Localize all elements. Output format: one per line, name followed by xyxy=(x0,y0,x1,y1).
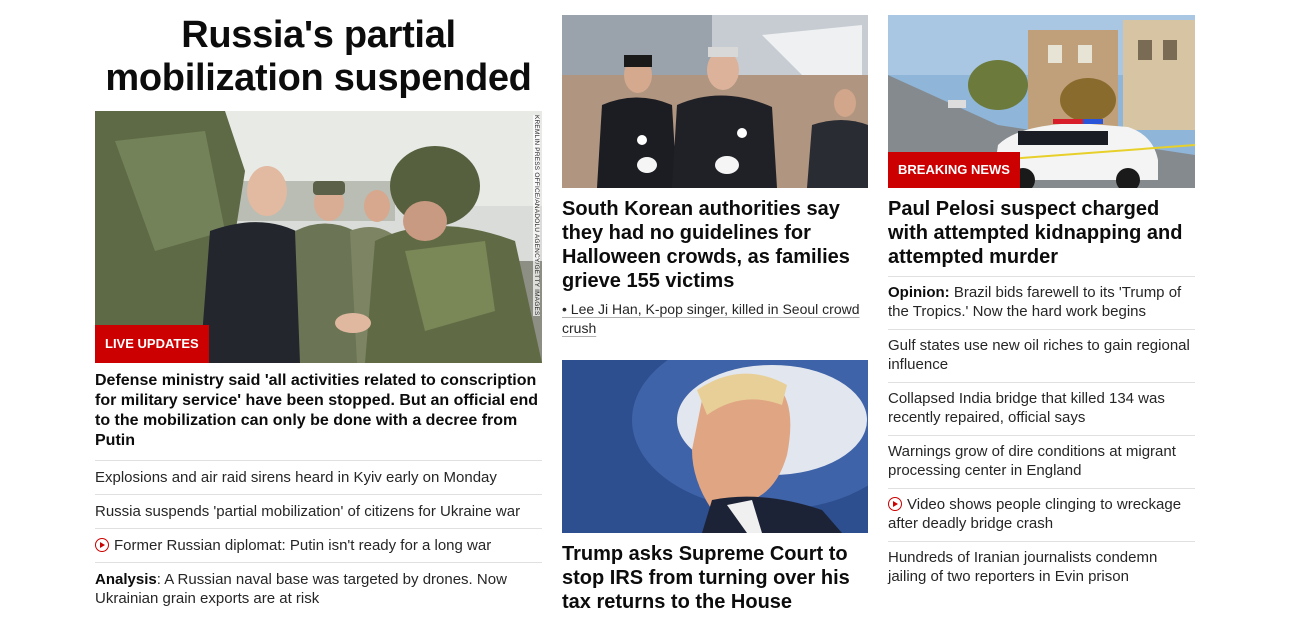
video-play-icon xyxy=(95,538,109,552)
list-item[interactable]: Gulf states use new oil riches to gain r… xyxy=(888,330,1195,383)
list-item[interactable]: Explosions and air raid sirens heard in … xyxy=(95,461,542,495)
trump-photo[interactable] xyxy=(562,360,868,533)
photo-credit: KREMLIN PRESS OFFICE/ANADOLU AGENCY/GETT… xyxy=(533,115,540,316)
list-item[interactable]: Warnings grow of dire conditions at migr… xyxy=(888,436,1195,489)
lead-story-summary[interactable]: Defense ministry said 'all activities re… xyxy=(95,371,542,461)
right-column: BREAKING NEWS Paul Pelosi suspect charge… xyxy=(888,0,1195,593)
main-headline[interactable]: Russia's partial mobilization suspended xyxy=(95,14,542,100)
link-text[interactable]: : A Russian naval base was targeted by d… xyxy=(95,571,507,607)
live-updates-badge: LIVE UPDATES xyxy=(95,325,209,363)
middle-column: South Korean authorities say they had no… xyxy=(562,0,868,614)
mourners-image xyxy=(562,15,868,188)
lead-story-photo[interactable]: KREMLIN PRESS OFFICE/ANADOLU AGENCY/GETT… xyxy=(95,111,542,363)
korea-vigil-photo[interactable] xyxy=(562,15,868,188)
list-item[interactable]: Analysis: A Russian naval base was targe… xyxy=(95,563,542,614)
list-item[interactable]: Opinion: Brazil bids farewell to its 'Tr… xyxy=(888,277,1195,330)
trump-story-title[interactable]: Trump asks Supreme Court to stop IRS fro… xyxy=(562,542,868,614)
trump-image xyxy=(562,360,868,533)
pelosi-story-title[interactable]: Paul Pelosi suspect charged with attempt… xyxy=(888,197,1195,269)
list-item[interactable]: Former Russian diplomat: Putin isn't rea… xyxy=(95,529,542,563)
link-text[interactable]: Hundreds of Iranian journalists condemn … xyxy=(888,549,1157,585)
link-text[interactable]: Explosions and air raid sirens heard in … xyxy=(95,469,497,486)
list-item[interactable]: Video shows people clinging to wreckage … xyxy=(888,489,1195,542)
opinion-label: Opinion: xyxy=(888,284,950,301)
video-play-icon xyxy=(888,497,902,511)
analysis-label: Analysis xyxy=(95,571,157,588)
list-item[interactable]: Russia suspends 'partial mobilization' o… xyxy=(95,495,542,529)
right-links-list: Opinion: Brazil bids farewell to its 'Tr… xyxy=(888,276,1195,593)
link-text[interactable]: Gulf states use new oil riches to gain r… xyxy=(888,337,1190,373)
link-text[interactable]: Warnings grow of dire conditions at migr… xyxy=(888,443,1176,479)
trump-story: Trump asks Supreme Court to stop IRS fro… xyxy=(562,360,868,614)
link-text[interactable]: Collapsed India bridge that killed 134 w… xyxy=(888,390,1165,426)
link-text[interactable]: Former Russian diplomat: Putin isn't rea… xyxy=(114,537,491,554)
breaking-news-badge: BREAKING NEWS xyxy=(888,152,1020,188)
link-text[interactable]: Video shows people clinging to wreckage … xyxy=(888,496,1181,532)
korea-related-link[interactable]: • Lee Ji Han, K-pop singer, killed in Se… xyxy=(562,300,868,338)
link-text[interactable]: Russia suspends 'partial mobilization' o… xyxy=(95,503,520,520)
related-links-list: Explosions and air raid sirens heard in … xyxy=(95,461,542,614)
lead-story-column: Russia's partial mobilization suspended xyxy=(95,0,542,614)
list-item[interactable]: Collapsed India bridge that killed 134 w… xyxy=(888,383,1195,436)
korea-story-title[interactable]: South Korean authorities say they had no… xyxy=(562,197,868,293)
list-item[interactable]: Hundreds of Iranian journalists condemn … xyxy=(888,542,1195,593)
pelosi-story-photo[interactable]: BREAKING NEWS xyxy=(888,15,1195,188)
